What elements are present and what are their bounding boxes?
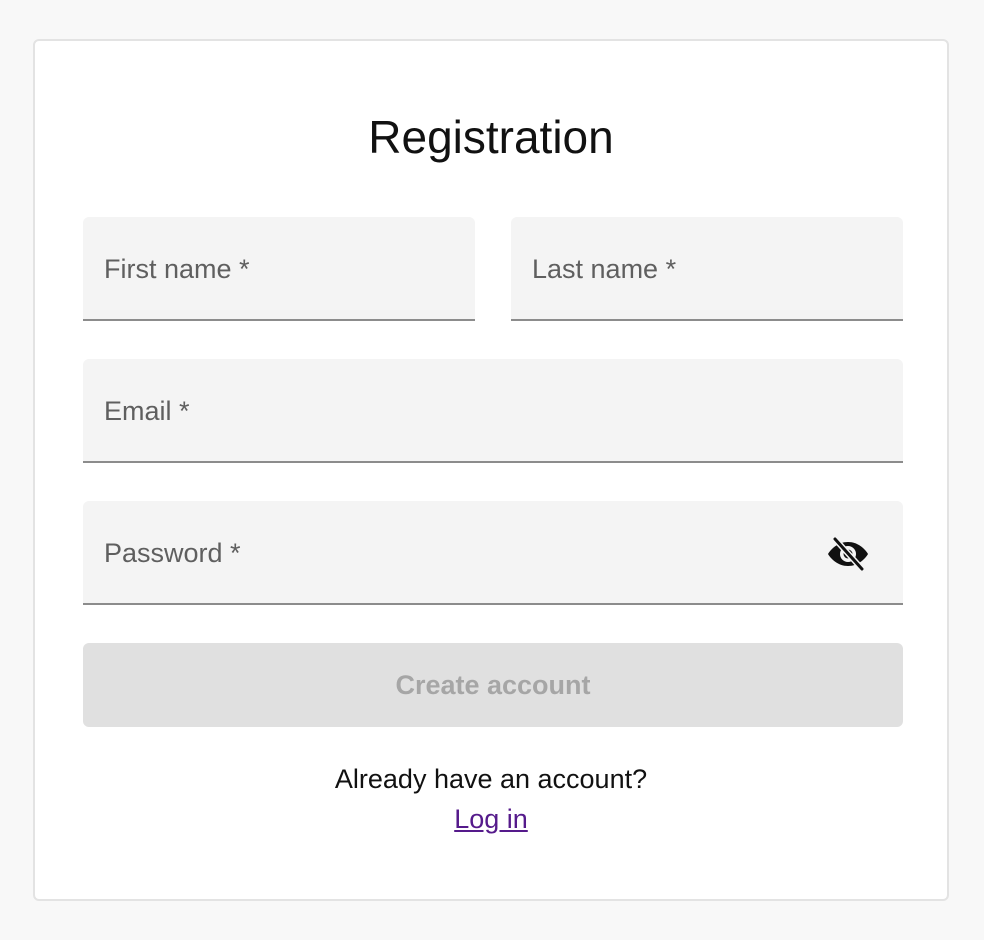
already-have-account-text: Already have an account? <box>334 764 648 794</box>
login-link[interactable]: Log in <box>454 804 528 834</box>
registration-card: Registration First name * Last name * Em… <box>33 39 949 901</box>
create-account-button[interactable]: Create account <box>83 643 903 727</box>
login-link-container: Log in <box>35 801 947 837</box>
first-name-field[interactable]: First name * <box>83 217 475 321</box>
password-field[interactable]: Password * <box>83 501 903 605</box>
eye-off-icon[interactable] <box>827 536 869 572</box>
page-title: Registration <box>368 111 614 163</box>
last-name-field[interactable]: Last name * <box>511 217 903 321</box>
email-field[interactable]: Email * <box>83 359 903 463</box>
